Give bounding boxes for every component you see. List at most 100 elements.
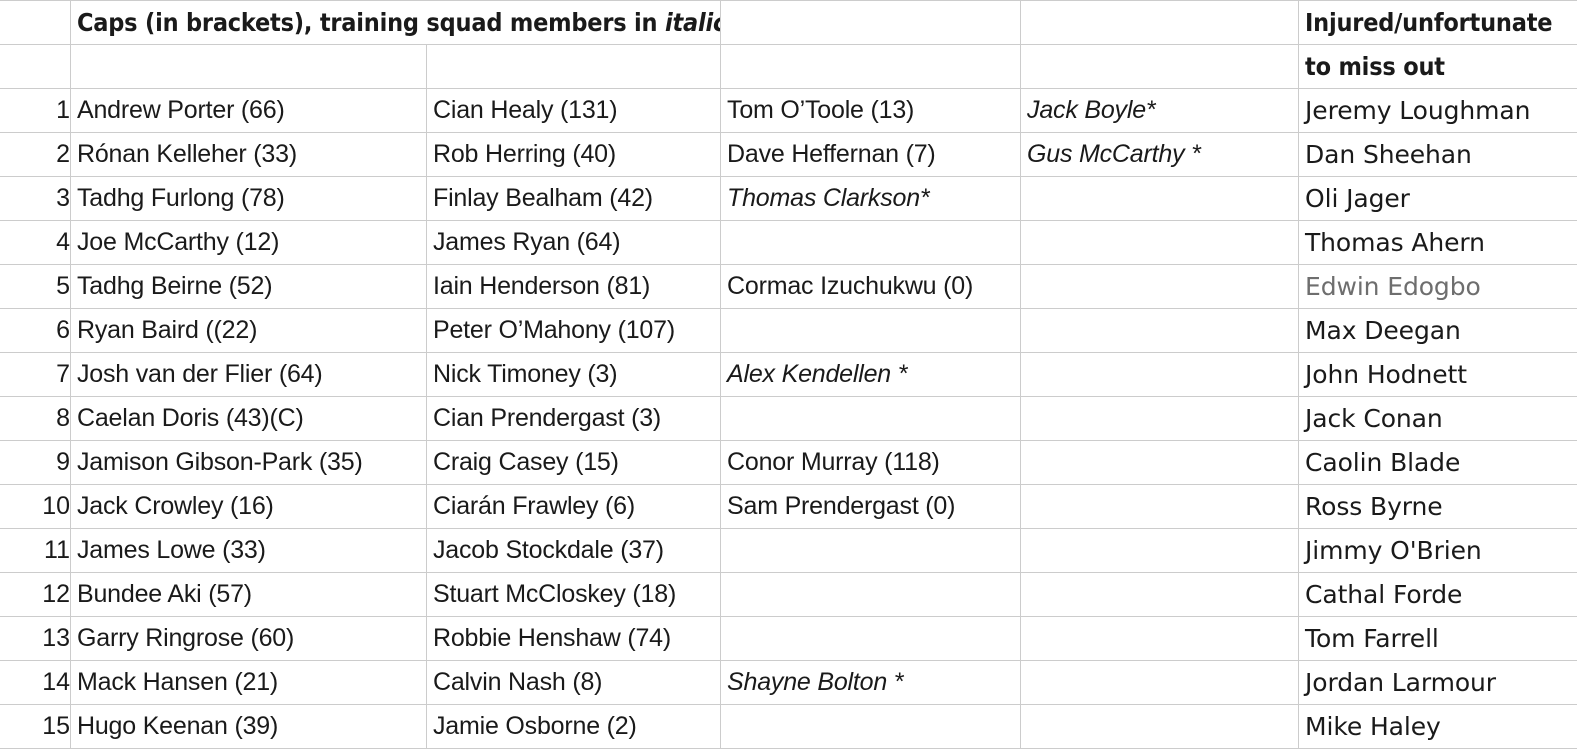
injured-player-cell: Mike Haley bbox=[1299, 705, 1577, 749]
player-cell-col1: Ryan Baird ((22) bbox=[71, 309, 427, 353]
player-cell-col3: Cormac Izuchukwu (0) bbox=[721, 265, 1021, 309]
table-row: 3Tadhg Furlong (78)Finlay Bealham (42)Th… bbox=[1, 177, 1577, 221]
row-number: 15 bbox=[1, 705, 71, 749]
player-cell-col3 bbox=[721, 529, 1021, 573]
player-cell-col3: Tom O’Toole (13) bbox=[721, 89, 1021, 133]
player-cell-col3: Shayne Bolton * bbox=[721, 661, 1021, 705]
injured-player-cell: Jeremy Loughman bbox=[1299, 89, 1577, 133]
injured-player-cell: Jimmy O'Brien bbox=[1299, 529, 1577, 573]
injured-player-cell: Tom Farrell bbox=[1299, 617, 1577, 661]
table-row: 15Hugo Keenan (39)Jamie Osborne (2) Mike … bbox=[1, 705, 1577, 749]
player-cell-col2: Jacob Stockdale (37) bbox=[427, 529, 721, 573]
row-number: 3 bbox=[1, 177, 71, 221]
player-cell-col1: Jack Crowley (16) bbox=[71, 485, 427, 529]
injured-player-cell: Dan Sheehan bbox=[1299, 133, 1577, 177]
header2-col1-empty bbox=[71, 45, 427, 89]
row-number: 9 bbox=[1, 441, 71, 485]
injured-player-cell: Thomas Ahern bbox=[1299, 221, 1577, 265]
caps-note-header: Caps (in brackets), training squad membe… bbox=[71, 1, 721, 45]
table-row: 9Jamison Gibson-Park (35)Craig Casey (15… bbox=[1, 441, 1577, 485]
injured-player-cell: Cathal Forde bbox=[1299, 573, 1577, 617]
player-cell-col1: Hugo Keenan (39) bbox=[71, 705, 427, 749]
table-row: 7Josh van der Flier (64)Nick Timoney (3)… bbox=[1, 353, 1577, 397]
injured-player-cell: Edwin Edogbo bbox=[1299, 265, 1577, 309]
table-row: 6Ryan Baird ((22)Peter O’Mahony (107) Max… bbox=[1, 309, 1577, 353]
table-row: 2Rónan Kelleher (33)Rob Herring (40)Dave… bbox=[1, 133, 1577, 177]
player-cell-col3 bbox=[721, 617, 1021, 661]
player-cell-col2: Cian Healy (131) bbox=[427, 89, 721, 133]
player-cell-col1: Caelan Doris (43)(C) bbox=[71, 397, 427, 441]
row-number: 11 bbox=[1, 529, 71, 573]
injured-player-cell: Jack Conan bbox=[1299, 397, 1577, 441]
player-cell-col1: Jamison Gibson-Park (35) bbox=[71, 441, 427, 485]
player-cell-col3: Thomas Clarkson* bbox=[721, 177, 1021, 221]
injured-player-cell: Caolin Blade bbox=[1299, 441, 1577, 485]
header-col4-empty bbox=[1021, 1, 1299, 45]
header-row-secondary: to miss out bbox=[1, 45, 1577, 89]
player-cell-col2: Cian Prendergast (3) bbox=[427, 397, 721, 441]
caps-note-text: Caps (in brackets), training squad membe… bbox=[77, 8, 665, 37]
player-cell-col2: Finlay Bealham (42) bbox=[427, 177, 721, 221]
header2-rownum-spacer bbox=[1, 45, 71, 89]
table-row: 1Andrew Porter (66)Cian Healy (131)Tom O… bbox=[1, 89, 1577, 133]
player-cell-col4 bbox=[1021, 441, 1299, 485]
player-cell-col2: Jamie Osborne (2) bbox=[427, 705, 721, 749]
player-cell-col3: Conor Murray (118) bbox=[721, 441, 1021, 485]
player-cell-col4 bbox=[1021, 485, 1299, 529]
header-row-primary: Caps (in brackets), training squad membe… bbox=[1, 1, 1577, 45]
row-number: 4 bbox=[1, 221, 71, 265]
injured-player-cell: Max Deegan bbox=[1299, 309, 1577, 353]
table-row: 4Joe McCarthy (12)James Ryan (64)Thomas … bbox=[1, 221, 1577, 265]
player-cell-col3 bbox=[721, 221, 1021, 265]
player-cell-col1: Josh van der Flier (64) bbox=[71, 353, 427, 397]
player-cell-col4: Jack Boyle* bbox=[1021, 89, 1299, 133]
player-cell-col3 bbox=[721, 705, 1021, 749]
row-number: 12 bbox=[1, 573, 71, 617]
row-number: 5 bbox=[1, 265, 71, 309]
player-cell-col1: Andrew Porter (66) bbox=[71, 89, 427, 133]
table-row: 13Garry Ringrose (60)Robbie Henshaw (74)… bbox=[1, 617, 1577, 661]
player-cell-col2: Peter O’Mahony (107) bbox=[427, 309, 721, 353]
player-cell-col4 bbox=[1021, 309, 1299, 353]
player-cell-col1: Tadhg Furlong (78) bbox=[71, 177, 427, 221]
player-cell-col2: Stuart McCloskey (18) bbox=[427, 573, 721, 617]
table-row: 11James Lowe (33)Jacob Stockdale (37)Jim… bbox=[1, 529, 1577, 573]
injured-player-cell: Jordan Larmour bbox=[1299, 661, 1577, 705]
table-row: 5Tadhg Beirne (52)Iain Henderson (81)Cor… bbox=[1, 265, 1577, 309]
row-number: 2 bbox=[1, 133, 71, 177]
squad-table: Caps (in brackets), training squad membe… bbox=[0, 0, 1577, 749]
injured-header-line2: to miss out bbox=[1299, 45, 1577, 89]
player-cell-col4 bbox=[1021, 573, 1299, 617]
player-cell-col3 bbox=[721, 573, 1021, 617]
row-number: 8 bbox=[1, 397, 71, 441]
player-cell-col3 bbox=[721, 309, 1021, 353]
injured-player-cell: John Hodnett bbox=[1299, 353, 1577, 397]
player-cell-col4 bbox=[1021, 529, 1299, 573]
player-cell-col4 bbox=[1021, 265, 1299, 309]
player-cell-col4: Gus McCarthy * bbox=[1021, 133, 1299, 177]
table-row: 12Bundee Aki (57)Stuart McCloskey (18) Ca… bbox=[1, 573, 1577, 617]
player-cell-col4 bbox=[1021, 617, 1299, 661]
player-cell-col1: Mack Hansen (21) bbox=[71, 661, 427, 705]
player-cell-col1: Tadhg Beirne (52) bbox=[71, 265, 427, 309]
caps-note-italic-text: italics. bbox=[665, 8, 721, 37]
player-cell-col1: Garry Ringrose (60) bbox=[71, 617, 427, 661]
table-row: 14Mack Hansen (21)Calvin Nash (8)Shayne … bbox=[1, 661, 1577, 705]
row-number: 10 bbox=[1, 485, 71, 529]
player-cell-col2: Iain Henderson (81) bbox=[427, 265, 721, 309]
squad-table-body: Caps (in brackets), training squad membe… bbox=[1, 1, 1577, 749]
player-cell-col1: Bundee Aki (57) bbox=[71, 573, 427, 617]
row-number: 6 bbox=[1, 309, 71, 353]
player-cell-col2: Calvin Nash (8) bbox=[427, 661, 721, 705]
header2-col2-empty bbox=[427, 45, 721, 89]
table-row: 8Caelan Doris (43)(C)Cian Prendergast (3… bbox=[1, 397, 1577, 441]
header-col3-empty bbox=[721, 1, 1021, 45]
row-number: 13 bbox=[1, 617, 71, 661]
player-cell-col4 bbox=[1021, 705, 1299, 749]
injured-header-line1: Injured/unfortunate bbox=[1299, 1, 1577, 45]
player-cell-col2: Robbie Henshaw (74) bbox=[427, 617, 721, 661]
player-cell-col4 bbox=[1021, 353, 1299, 397]
row-number: 14 bbox=[1, 661, 71, 705]
header2-col3-empty bbox=[721, 45, 1021, 89]
player-cell-col2: Craig Casey (15) bbox=[427, 441, 721, 485]
